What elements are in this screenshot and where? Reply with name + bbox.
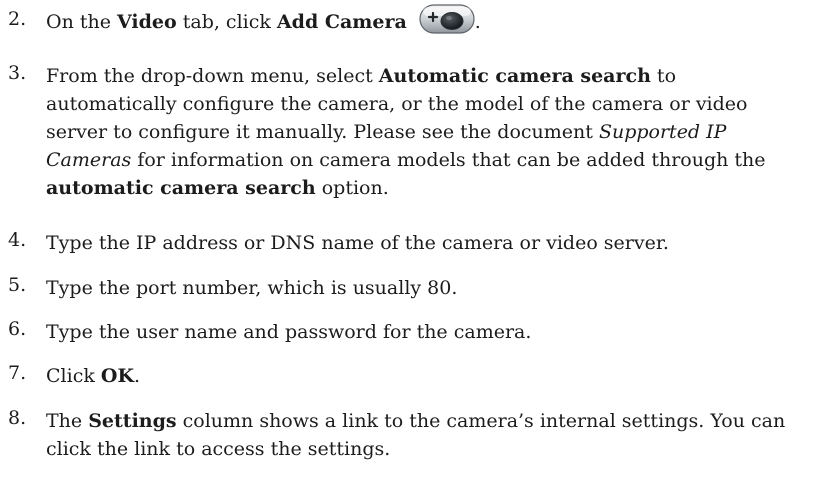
- step-number: 5.: [8, 274, 27, 296]
- step-number: 6.: [8, 318, 27, 340]
- add-camera-icon: [419, 4, 475, 34]
- step-number: 3.: [8, 62, 27, 84]
- step-number: 8.: [8, 407, 27, 429]
- video-tab-label: Video: [117, 11, 177, 33]
- step-text: On the Video tab, click Add Camera .: [46, 4, 810, 38]
- automatic-camera-search-option: automatic camera search: [46, 177, 316, 199]
- step-text: Type the IP address or DNS name of the c…: [46, 232, 669, 254]
- step-text: Type the port number, which is usually 8…: [46, 277, 458, 299]
- settings-column-label: Settings: [88, 410, 177, 432]
- ok-label: OK: [100, 365, 134, 387]
- step-text: Click OK.: [46, 365, 141, 387]
- step-number: 2.: [8, 8, 27, 30]
- step-text: From the drop-down menu, select Automati…: [46, 65, 766, 199]
- step-number: 4.: [8, 229, 27, 251]
- automatic-camera-search-label: Automatic camera search: [378, 65, 651, 87]
- step-text: The Settings column shows a link to the …: [46, 410, 786, 460]
- add-camera-label: Add Camera: [276, 11, 407, 33]
- step-text: Type the user name and password for the …: [46, 321, 532, 343]
- step-number: 7.: [8, 362, 27, 384]
